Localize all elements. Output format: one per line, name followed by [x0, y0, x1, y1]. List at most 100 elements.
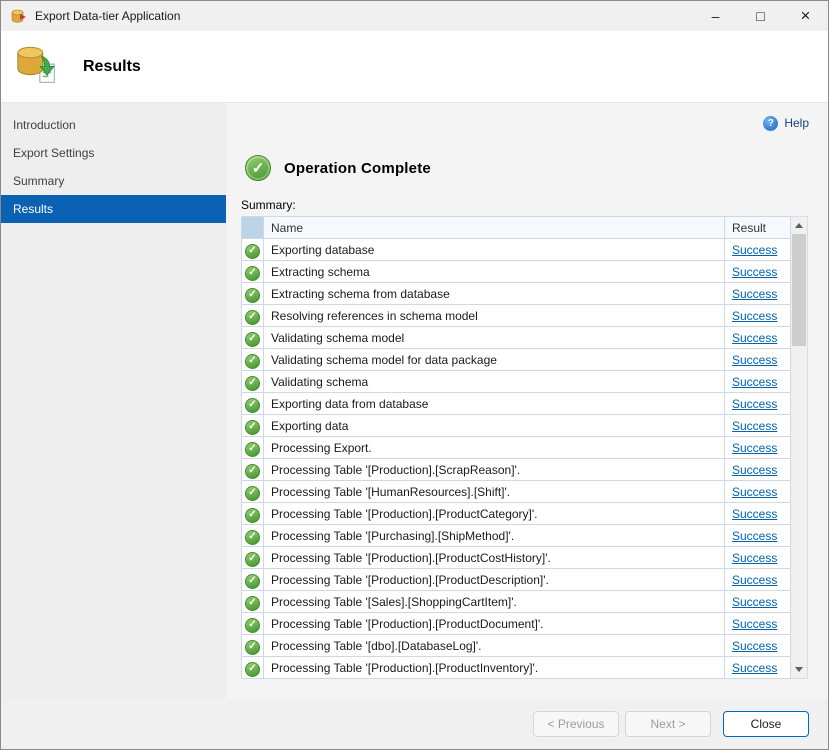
result-link[interactable]: Success [732, 639, 777, 653]
table-row[interactable]: Exporting databaseSuccess [242, 239, 791, 261]
vertical-scrollbar[interactable] [791, 216, 808, 679]
minimize-button[interactable]: – [693, 1, 738, 31]
table-row[interactable]: Processing Table '[dbo].[DatabaseLog]'.S… [242, 635, 791, 657]
table-row[interactable]: Exporting data Success [242, 415, 791, 437]
close-button[interactable]: Close [723, 711, 809, 737]
row-icon-cell [242, 569, 264, 591]
row-icon-cell [242, 635, 264, 657]
scroll-up-button[interactable] [791, 217, 807, 234]
table-row[interactable]: Processing Table '[Production].[ProductD… [242, 569, 791, 591]
row-name: Validating schema model for data package [264, 349, 725, 371]
row-result-cell: Success [725, 525, 791, 547]
name-column-header[interactable]: Name [264, 217, 725, 239]
row-name: Extracting schema [264, 261, 725, 283]
result-link[interactable]: Success [732, 331, 777, 345]
row-result-cell: Success [725, 503, 791, 525]
next-button[interactable]: Next > [625, 711, 711, 737]
arrow-down-icon [795, 667, 803, 672]
result-link[interactable]: Success [732, 463, 777, 477]
table-row[interactable]: Validating schema Success [242, 371, 791, 393]
success-check-icon [245, 574, 260, 589]
results-page: ? Help Operation Complete Summary: Name [226, 103, 828, 699]
success-check-icon [245, 376, 260, 391]
result-link[interactable]: Success [732, 551, 777, 565]
result-link[interactable]: Success [732, 529, 777, 543]
row-name: Processing Table '[Purchasing].[ShipMeth… [264, 525, 725, 547]
app-icon [10, 8, 27, 25]
table-row[interactable]: Validating schema modelSuccess [242, 327, 791, 349]
result-link[interactable]: Success [732, 397, 777, 411]
result-link[interactable]: Success [732, 375, 777, 389]
sidebar-item-introduction[interactable]: Introduction [1, 111, 226, 139]
row-result-cell: Success [725, 547, 791, 569]
success-check-icon [245, 244, 260, 259]
wizard-nav: IntroductionExport SettingsSummaryResult… [1, 103, 226, 699]
row-result-cell: Success [725, 459, 791, 481]
help-link[interactable]: Help [784, 116, 809, 130]
row-icon-cell [242, 657, 264, 679]
summary-label: Summary: [241, 198, 809, 212]
result-link[interactable]: Success [732, 595, 777, 609]
table-row[interactable]: Processing Table '[HumanResources].[Shif… [242, 481, 791, 503]
table-row[interactable]: Processing Export.Success [242, 437, 791, 459]
result-link[interactable]: Success [732, 287, 777, 301]
sidebar-item-summary[interactable]: Summary [1, 167, 226, 195]
table-row[interactable]: Exporting data from databaseSuccess [242, 393, 791, 415]
result-link[interactable]: Success [732, 661, 777, 675]
success-check-icon [245, 266, 260, 281]
table-row[interactable]: Processing Table '[Production].[ProductI… [242, 657, 791, 679]
results-table: Name Result Exporting databaseSuccessExt… [241, 216, 791, 679]
table-row[interactable]: Processing Table '[Production].[ProductD… [242, 613, 791, 635]
table-row[interactable]: Resolving references in schema modelSucc… [242, 305, 791, 327]
success-check-icon [245, 332, 260, 347]
sidebar-item-results[interactable]: Results [1, 195, 226, 223]
table-row[interactable]: Processing Table '[Production].[ProductC… [242, 547, 791, 569]
row-icon-cell [242, 415, 264, 437]
success-check-icon [245, 398, 260, 413]
row-name: Validating schema [264, 371, 725, 393]
scrollbar-track[interactable] [791, 234, 807, 661]
row-name: Processing Table '[Production].[ProductD… [264, 613, 725, 635]
table-row[interactable]: Validating schema model for data package… [242, 349, 791, 371]
row-icon-cell [242, 349, 264, 371]
result-link[interactable]: Success [732, 441, 777, 455]
sidebar-item-export-settings[interactable]: Export Settings [1, 139, 226, 167]
result-link[interactable]: Success [732, 265, 777, 279]
titlebar: Export Data-tier Application – □ × [1, 1, 828, 31]
maximize-button[interactable]: □ [738, 1, 783, 31]
success-check-icon [245, 420, 260, 435]
row-icon-cell [242, 305, 264, 327]
table-row[interactable]: Processing Table '[Purchasing].[ShipMeth… [242, 525, 791, 547]
wizard-banner: Results [1, 31, 828, 103]
result-link[interactable]: Success [732, 485, 777, 499]
table-row[interactable]: Processing Table '[Sales].[ShoppingCartI… [242, 591, 791, 613]
table-row[interactable]: Extracting schema Success [242, 261, 791, 283]
scroll-down-button[interactable] [791, 661, 807, 678]
row-result-cell: Success [725, 635, 791, 657]
table-header-row: Name Result [242, 217, 791, 239]
wizard-footer: < Previous Next > Close [1, 699, 828, 749]
result-link[interactable]: Success [732, 573, 777, 587]
result-link[interactable]: Success [732, 617, 777, 631]
row-icon-cell [242, 481, 264, 503]
success-check-icon [245, 288, 260, 303]
table-row[interactable]: Processing Table '[Production].[ScrapRea… [242, 459, 791, 481]
success-check-icon [245, 486, 260, 501]
result-link[interactable]: Success [732, 353, 777, 367]
scrollbar-thumb[interactable] [792, 234, 806, 346]
result-link[interactable]: Success [732, 309, 777, 323]
result-link[interactable]: Success [732, 243, 777, 257]
result-link[interactable]: Success [732, 507, 777, 521]
table-row[interactable]: Processing Table '[Production].[ProductC… [242, 503, 791, 525]
result-link[interactable]: Success [732, 419, 777, 433]
row-name: Exporting data [264, 415, 725, 437]
result-column-header[interactable]: Result [725, 217, 791, 239]
previous-button[interactable]: < Previous [533, 711, 619, 737]
close-window-button[interactable]: × [783, 1, 828, 31]
row-result-cell: Success [725, 437, 791, 459]
row-result-cell: Success [725, 261, 791, 283]
row-result-cell: Success [725, 305, 791, 327]
table-row[interactable]: Extracting schema from databaseSuccess [242, 283, 791, 305]
row-name: Processing Table '[Production].[ScrapRea… [264, 459, 725, 481]
row-name: Processing Table '[Production].[ProductI… [264, 657, 725, 679]
